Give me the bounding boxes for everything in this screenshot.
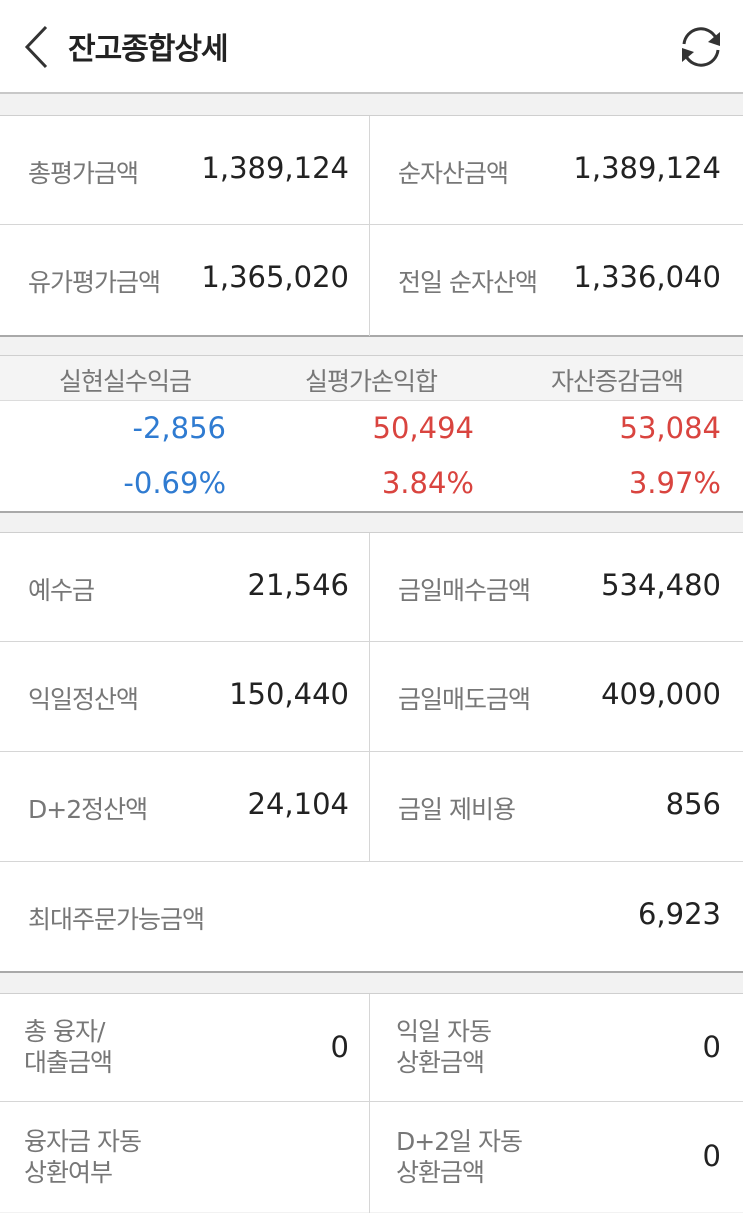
loan-section: 총 융자/ 대출금액 0 익일 자동 상환금액 0 융자금 자동 상환여부 D+…	[0, 993, 743, 1213]
top-bar: 잔고종합상세	[0, 0, 743, 94]
summary-row-2: 유가평가금액 1,365,020 전일 순자산액 1,336,040	[0, 225, 743, 336]
realized-amount: -2,856	[132, 411, 227, 445]
d2-auto-repay-label-line1: D+2일 자동	[396, 1127, 523, 1156]
next-day-settle-label: 익일정산액	[28, 685, 139, 714]
next-auto-repay-label: 익일 자동 상환금액	[396, 1016, 492, 1078]
total-loan-label-line1: 총 융자/	[24, 1017, 105, 1046]
back-button[interactable]	[22, 24, 52, 70]
loan-row-2: 융자금 자동 상환여부 D+2일 자동 상환금액 0	[0, 1102, 743, 1213]
today-buy-value: 534,480	[601, 568, 721, 602]
d2-auto-repay-value: 0	[702, 1139, 721, 1173]
today-sell-label: 금일매도금액	[398, 685, 531, 714]
d2-auto-repay-label-line2: 상환금액	[396, 1158, 485, 1187]
total-loan-value: 0	[330, 1030, 349, 1064]
prev-net-asset-value: 1,336,040	[573, 260, 721, 294]
net-asset-value: 1,389,124	[573, 151, 721, 185]
max-order-label: 최대주문가능금액	[28, 905, 205, 934]
pnl-header-unrealized: 실평가손익합	[304, 367, 438, 396]
page-title: 잔고종합상세	[68, 32, 229, 67]
next-auto-repay-label-line1: 익일 자동	[396, 1017, 492, 1046]
today-fee-label: 금일 제비용	[398, 795, 516, 824]
pnl-header-realized: 실현실수익금	[58, 367, 192, 396]
total-loan-label: 총 융자/ 대출금액	[24, 1016, 113, 1078]
deposit-label: 예수금	[28, 576, 95, 605]
net-asset-label: 순자산금액	[398, 159, 509, 188]
d2-settle-value: 24,104	[247, 787, 349, 821]
deposit-value: 21,546	[247, 568, 349, 602]
pnl-section: 실현실수익금 실평가손익합 자산증감금액 -2,856 50,494 53,08…	[0, 355, 743, 513]
max-order-value: 6,923	[637, 897, 721, 931]
summary-row-1: 총평가금액 1,389,124 순자산금액 1,389,124	[0, 116, 743, 225]
cash-row-1: 예수금 21,546 금일매수금액 534,480	[0, 533, 743, 642]
refresh-icon	[682, 27, 720, 67]
chevron-left-icon	[24, 25, 48, 69]
pnl-header-asset-change: 자산증감금액	[550, 367, 684, 396]
asset-change-amount: 53,084	[619, 411, 721, 445]
cash-row-3: D+2정산액 24,104 금일 제비용 856	[0, 752, 743, 862]
prev-net-asset-label: 전일 순자산액	[398, 268, 538, 297]
securities-eval-label: 유가평가금액	[28, 268, 161, 297]
total-loan-label-line2: 대출금액	[24, 1048, 113, 1077]
next-auto-repay-label-line2: 상환금액	[396, 1048, 485, 1077]
total-eval-label: 총평가금액	[28, 159, 139, 188]
refresh-button[interactable]	[676, 22, 726, 72]
cash-section: 예수금 21,546 금일매수금액 534,480 익일정산액 150,440 …	[0, 532, 743, 973]
unrealized-amount: 50,494	[372, 411, 474, 445]
loan-auto-repay-label: 융자금 자동 상환여부	[24, 1126, 142, 1188]
unrealized-rate: 3.84%	[381, 466, 474, 500]
loan-row-1: 총 융자/ 대출금액 0 익일 자동 상환금액 0	[0, 994, 743, 1102]
next-day-settle-value: 150,440	[229, 677, 349, 711]
d2-auto-repay-label: D+2일 자동 상환금액	[396, 1126, 523, 1188]
securities-eval-value: 1,365,020	[201, 260, 349, 294]
today-sell-value: 409,000	[601, 677, 721, 711]
loan-auto-repay-label-line2: 상환여부	[24, 1158, 113, 1187]
next-auto-repay-value: 0	[702, 1030, 721, 1064]
asset-summary-section: 총평가금액 1,389,124 순자산금액 1,389,124 유가평가금액 1…	[0, 115, 743, 337]
today-fee-value: 856	[665, 787, 721, 821]
today-buy-label: 금일매수금액	[398, 576, 531, 605]
asset-change-rate: 3.97%	[628, 466, 721, 500]
realized-rate: -0.69%	[123, 466, 226, 500]
loan-auto-repay-label-line1: 융자금 자동	[24, 1127, 142, 1156]
pnl-header: 실현실수익금 실평가손익합 자산증감금액	[0, 356, 743, 401]
cash-row-2: 익일정산액 150,440 금일매도금액 409,000	[0, 642, 743, 752]
cash-row-4: 최대주문가능금액 6,923	[0, 862, 743, 972]
d2-settle-label: D+2정산액	[28, 795, 148, 824]
total-eval-value: 1,389,124	[201, 151, 349, 185]
